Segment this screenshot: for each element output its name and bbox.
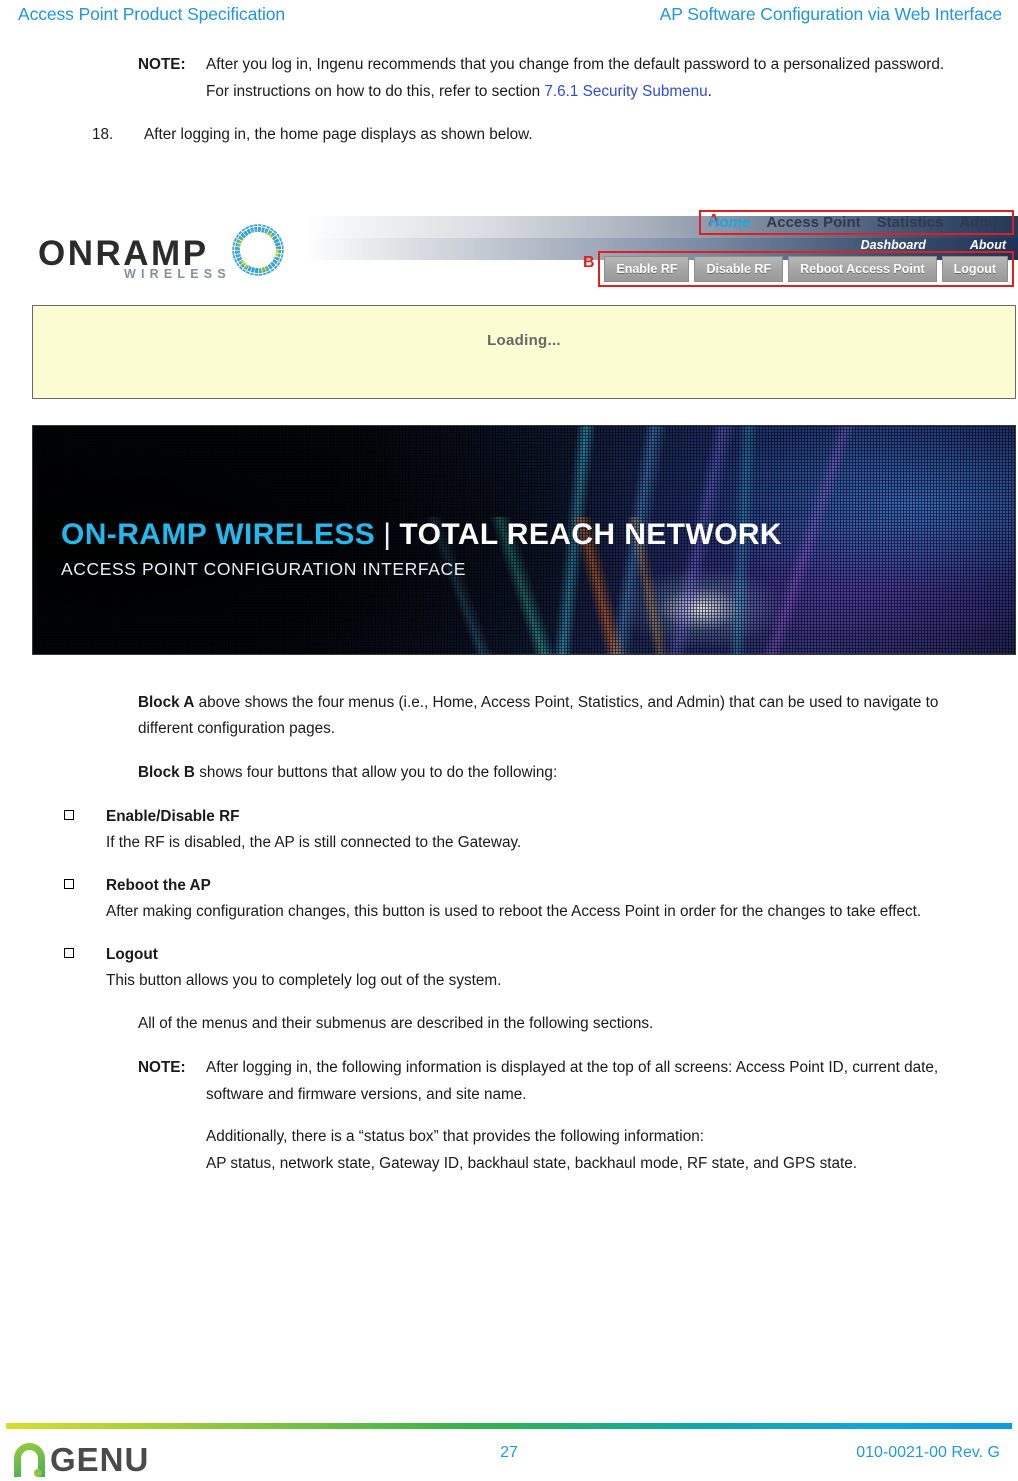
dotted-ring-icon xyxy=(222,214,294,286)
bullet-body-text: After making configuration changes, this… xyxy=(106,903,922,920)
block-a-text: above shows the four menus (i.e., Home, … xyxy=(138,694,939,737)
ui-sub-nav: Dashboard About xyxy=(861,238,1006,252)
ui-main-nav: Home Access Point Statistics Admin xyxy=(698,210,1014,235)
note-bottom-para2-line2: AP status, network state, Gateway ID, ba… xyxy=(206,1154,858,1172)
step-number: 18. xyxy=(92,126,114,143)
note-text-after: . xyxy=(707,82,712,100)
page-footer: GENU 27 010-0021-00 Rev. G xyxy=(0,1409,1018,1481)
ui-loading-panel: Loading... xyxy=(32,305,1016,399)
note-bottom-para1: After logging in, the following informat… xyxy=(206,1059,939,1103)
paragraph-block-b: Block B shows four buttons that allow yo… xyxy=(138,760,960,786)
note-text: After you log in, Ingenu recommends that… xyxy=(206,52,958,105)
intro-content: NOTE: After you log in, Ingenu recommend… xyxy=(0,52,1018,148)
note-block-bottom: NOTE: After logging in, the following in… xyxy=(138,1055,960,1177)
step-text: After logging in, the home page displays… xyxy=(144,126,533,143)
hero-subtitle: ACCESS POINT CONFIGURATION INTERFACE xyxy=(61,559,467,579)
note-block-top: NOTE: After you log in, Ingenu recommend… xyxy=(138,52,958,105)
paragraph-block-a: Block A above shows the four menus (i.e.… xyxy=(138,690,960,742)
block-a-lead: Block A xyxy=(138,694,195,711)
note-bottom-content: After logging in, the following informat… xyxy=(206,1055,960,1177)
closing-paragraph: All of the menus and their submenus are … xyxy=(138,1015,654,1032)
document-number: 010-0021-00 Rev. G xyxy=(856,1444,1000,1461)
nav-item-home[interactable]: Home xyxy=(709,214,751,231)
note-label: NOTE: xyxy=(138,56,186,73)
note-label: NOTE: xyxy=(138,1059,186,1076)
list-item: Logout This button allows you to complet… xyxy=(62,942,972,994)
ingenu-dot-icon xyxy=(34,1469,42,1477)
block-b-text: shows four buttons that allow you to do … xyxy=(194,764,558,781)
bullet-title: Enable/Disable RF xyxy=(106,808,240,825)
ui-action-button-bar: Enable RF Disable RF Reboot Access Point… xyxy=(598,251,1014,287)
subnav-item-dashboard[interactable]: Dashboard xyxy=(861,238,926,252)
note-bottom-para2-line1: Additionally, there is a “status box” th… xyxy=(206,1128,704,1145)
hero-headline: ON-RAMP WIRELESS | TOTAL REACH NETWORK xyxy=(61,518,782,552)
bullet-content: Enable/Disable RF If the RF is disabled,… xyxy=(106,804,521,856)
hero-divider: | xyxy=(383,518,392,551)
bullet-body-text: This button allows you to completely log… xyxy=(106,972,502,989)
enable-rf-button[interactable]: Enable RF xyxy=(604,256,690,282)
list-item: Reboot the AP After making configuration… xyxy=(62,873,972,925)
nav-item-access-point[interactable]: Access Point xyxy=(766,214,860,231)
bullet-body-text: If the RF is disabled, the AP is still c… xyxy=(106,834,522,851)
subnav-item-about[interactable]: About xyxy=(970,238,1006,252)
square-bullet-icon xyxy=(62,804,106,856)
onramp-logo: ONRAMP WIRELESS xyxy=(38,214,302,288)
square-bullet-icon xyxy=(62,942,106,994)
annotation-label-b: B xyxy=(583,254,595,271)
nav-item-admin[interactable]: Admin xyxy=(959,214,1006,231)
numbered-step-18: 18. After logging in, the home page disp… xyxy=(92,122,1018,148)
disable-rf-button[interactable]: Disable RF xyxy=(694,256,784,282)
onramp-logo-subtext: WIRELESS xyxy=(124,267,231,281)
footer-gradient-rule xyxy=(6,1423,1012,1429)
ui-header-bar: ONRAMP WIRELESS A B Home Access Point St… xyxy=(32,196,1018,300)
ui-hero-banner: ON-RAMP WIRELESS | TOTAL REACH NETWORK ACC… xyxy=(32,425,1016,655)
bullet-title: Reboot the AP xyxy=(106,877,211,894)
bullet-content: Reboot the AP After making configuration… xyxy=(106,873,921,925)
nav-item-statistics[interactable]: Statistics xyxy=(877,214,944,231)
bullet-content: Logout This button allows you to complet… xyxy=(106,942,501,994)
logout-button[interactable]: Logout xyxy=(941,256,1008,282)
cross-reference-link[interactable]: 7.6.1 Security Submenu xyxy=(544,83,707,100)
hero-brand-text: ON-RAMP WIRELESS xyxy=(61,518,376,551)
loading-text: Loading... xyxy=(487,332,561,349)
list-item: Enable/Disable RF If the RF is disabled,… xyxy=(62,804,972,856)
block-b-lead: Block B xyxy=(138,764,195,781)
page-running-head: Access Point Product Specification AP So… xyxy=(0,0,1018,34)
reboot-access-point-button[interactable]: Reboot Access Point xyxy=(788,256,937,282)
bullet-title: Logout xyxy=(106,946,158,963)
running-head-left: Access Point Product Specification xyxy=(18,4,286,24)
note-spacer xyxy=(206,1108,960,1124)
explanatory-content: Block A above shows the four menus (i.e.… xyxy=(0,690,1018,1177)
square-bullet-icon xyxy=(62,873,106,925)
running-head-right: AP Software Configuration via Web Interf… xyxy=(659,4,1002,24)
hero-text-group: ON-RAMP WIRELESS | TOTAL REACH NETWORK ACC… xyxy=(61,518,782,580)
hero-title-text: TOTAL REACH NETWORK xyxy=(399,518,782,551)
figure-home-page-screenshot: ONRAMP WIRELESS A B Home Access Point St… xyxy=(32,196,1018,655)
